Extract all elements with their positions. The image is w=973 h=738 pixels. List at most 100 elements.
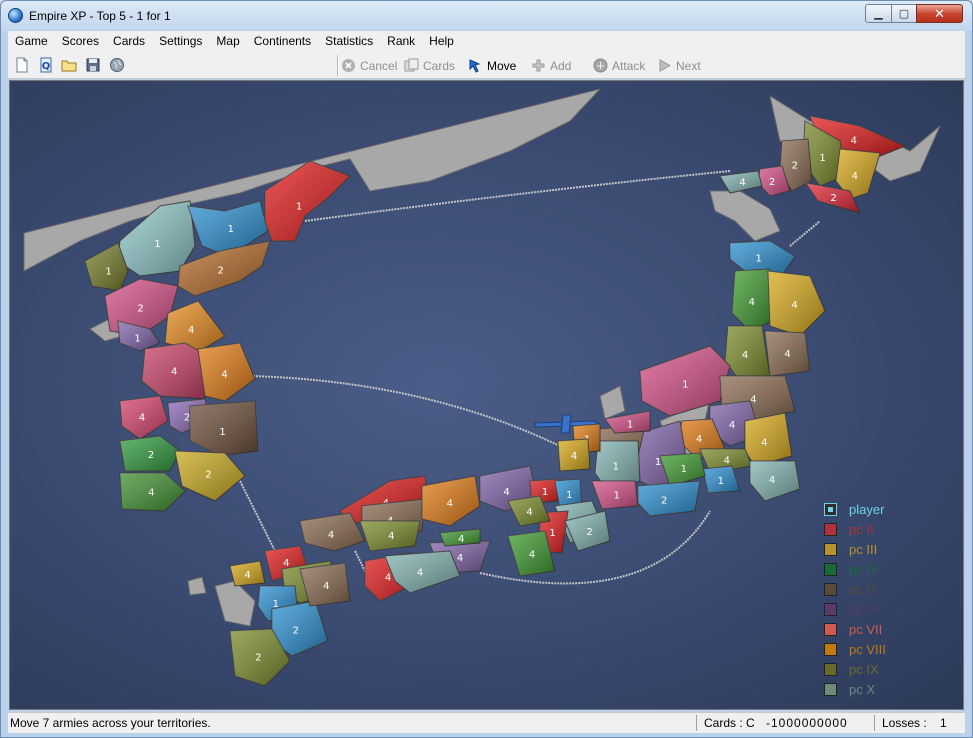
toolbar-separator <box>337 55 339 76</box>
menu-map[interactable]: Map <box>209 31 246 52</box>
next-label: Next <box>676 58 701 73</box>
close-button[interactable]: ✕ <box>916 4 963 23</box>
cards-button[interactable]: Cards <box>404 56 455 75</box>
attack-icon <box>593 58 608 73</box>
army-count: 4 <box>503 487 509 498</box>
legend-swatch <box>824 582 837 596</box>
svg-text:Q: Q <box>42 61 51 72</box>
legend-swatch <box>824 502 837 516</box>
territory-kan-5[interactable]: 1 <box>702 465 741 494</box>
territory-kor-n8[interactable]: 4 <box>164 300 226 352</box>
toolbar: Q Cancel Cards Move Add Attack Next <box>8 52 965 79</box>
territory-kin-3[interactable]: 4 <box>421 475 481 527</box>
territory-cgk-4[interactable]: 4 <box>439 528 481 547</box>
cards-label: Cards <box>423 58 456 73</box>
menu-continents[interactable]: Continents <box>247 31 318 52</box>
territory-kyu-1[interactable]: 4 <box>229 560 266 587</box>
territory-kor-s1[interactable]: 4 <box>119 395 169 440</box>
army-count: 4 <box>283 558 289 569</box>
new-file-icon[interactable] <box>14 57 30 73</box>
menu-game[interactable]: Game <box>8 31 55 52</box>
maximize-button[interactable]: ▢ <box>891 4 917 23</box>
army-count: 4 <box>729 420 735 431</box>
army-count: 4 <box>739 178 745 189</box>
attack-button[interactable]: Attack <box>593 56 645 75</box>
menu-help[interactable]: Help <box>422 31 461 52</box>
cards-icon <box>404 58 419 72</box>
army-count: 1 <box>682 380 688 391</box>
menu-scores[interactable]: Scores <box>55 31 106 52</box>
next-button[interactable]: Next <box>657 56 701 75</box>
army-count: 4 <box>221 370 227 381</box>
army-count: 4 <box>851 135 857 146</box>
legend-label: player <box>849 501 885 517</box>
minimize-button[interactable]: ▁ <box>865 4 892 23</box>
army-count: 1 <box>627 420 633 431</box>
territory-toh-2[interactable]: 4 <box>731 268 773 332</box>
territory-cgk-2[interactable]: 4 <box>359 520 421 552</box>
territory-toh-5[interactable]: 4 <box>764 330 811 377</box>
army-count: 1 <box>219 427 225 438</box>
minimize-icon: ▁ <box>874 8 883 20</box>
status-bar: Move 7 armies across your territories. C… <box>8 712 965 733</box>
army-count: 4 <box>388 531 394 542</box>
menu-settings[interactable]: Settings <box>152 31 209 52</box>
add-button[interactable]: Add <box>531 56 571 75</box>
territory-kan-6[interactable]: 4 <box>749 460 801 502</box>
territory-hok-7[interactable]: 4 <box>719 170 763 194</box>
add-icon <box>532 59 545 72</box>
legend-swatch <box>824 622 837 636</box>
army-count: 4 <box>244 570 250 581</box>
army-count: 4 <box>171 367 177 378</box>
army-count: 4 <box>749 297 755 308</box>
game-map[interactable]: 1111221444421224412422414444144444141111… <box>9 80 964 710</box>
territory-kor-s3[interactable]: 1 <box>189 400 259 457</box>
score-value: -1000000000 <box>766 716 848 730</box>
territory-chu-4[interactable]: 1 <box>591 480 639 510</box>
army-count: 1 <box>228 224 234 235</box>
losses-label: Losses : <box>882 716 927 730</box>
army-count: 1 <box>549 528 555 539</box>
army-count: 4 <box>457 553 463 564</box>
army-count: 1 <box>755 254 761 265</box>
army-count: 4 <box>761 437 767 448</box>
territory-kor-c2[interactable]: 4 <box>197 342 256 402</box>
territory-kor-s5[interactable]: 2 <box>174 450 246 502</box>
territory-toh-3[interactable]: 4 <box>767 270 826 337</box>
window-title: Empire XP - Top 5 - 1 for 1 <box>29 9 171 23</box>
japan-korea-map[interactable]: 1111 22144 44 21224412422414 44 41444 441 41111… <box>10 81 964 710</box>
menu-rank[interactable]: Rank <box>380 31 422 52</box>
save-disk-icon[interactable] <box>85 57 101 73</box>
territories[interactable]: 1111 22144 44 21224412422414 44 41444 441 41111… <box>84 115 907 687</box>
legend-row: pc VIII <box>824 639 886 659</box>
army-count: 4 <box>139 413 145 424</box>
territory-toh-4[interactable]: 4 <box>724 325 771 382</box>
territory-chu-6[interactable]: 2 <box>637 480 701 517</box>
app-icon[interactable] <box>8 8 23 23</box>
move-icon <box>469 59 481 73</box>
globe-icon[interactable] <box>109 57 125 73</box>
legend-label: pc V <box>849 581 876 597</box>
territory-chu-8[interactable]: 4 <box>557 438 591 472</box>
move-button[interactable]: Move <box>468 56 516 75</box>
open-help-icon[interactable]: Q <box>38 57 54 73</box>
army-count: 4 <box>148 487 154 498</box>
army-count: 4 <box>852 171 858 182</box>
menu-statistics[interactable]: Statistics <box>318 31 380 52</box>
losses-value: 1 <box>940 716 947 730</box>
army-count: 4 <box>188 325 194 336</box>
army-count: 2 <box>769 177 775 188</box>
army-count: 4 <box>784 349 790 360</box>
open-folder-icon[interactable] <box>61 57 77 73</box>
territory-kor-s4[interactable]: 2 <box>119 435 181 472</box>
next-icon <box>659 59 672 72</box>
legend-label: pc VI <box>849 601 879 617</box>
title-bar[interactable]: Empire XP - Top 5 - 1 for 1 ▁ ▢ ✕ <box>1 1 972 31</box>
menu-cards[interactable]: Cards <box>106 31 152 52</box>
cards-status: Cards : C <box>704 716 755 730</box>
territory-kor-s6[interactable]: 4 <box>119 472 186 512</box>
army-count: 1 <box>542 487 548 498</box>
cancel-button[interactable]: Cancel <box>341 56 397 75</box>
legend-label: pc IV <box>849 561 879 577</box>
territory-kan-3[interactable]: 4 <box>744 412 793 467</box>
